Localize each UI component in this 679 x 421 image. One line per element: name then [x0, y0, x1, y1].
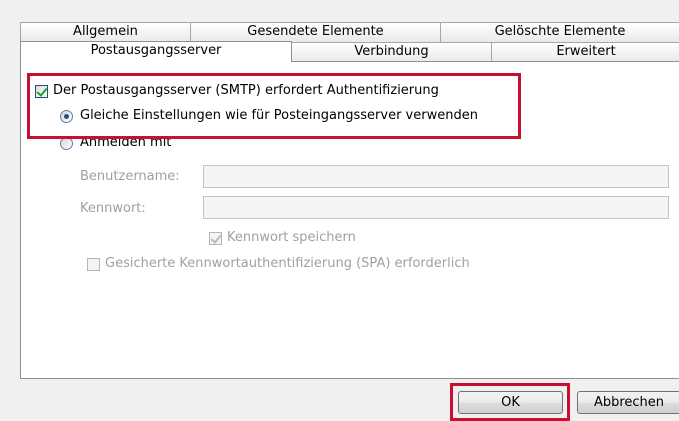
spa-label: Gesicherte Kennwortauthentifizierung (SP…	[105, 256, 470, 271]
tab-label: Allgemein	[73, 24, 138, 39]
tab-geloeschte-elemente[interactable]: Gelöschte Elemente	[440, 22, 679, 42]
tab-verbindung[interactable]: Verbindung	[291, 42, 492, 62]
smtp-auth-label: Der Postausgangsserver (SMTP) erfordert …	[53, 83, 439, 98]
spa-checkbox[interactable]	[87, 258, 100, 271]
ok-button[interactable]: OK	[458, 391, 563, 414]
username-field[interactable]	[203, 165, 669, 188]
save-password-label: Kennwort speichern	[227, 230, 356, 245]
password-field[interactable]	[203, 196, 669, 219]
tab-label: Gelöschte Elemente	[494, 24, 626, 39]
cancel-button[interactable]: Abbrechen	[577, 391, 679, 414]
tab-allgemein[interactable]: Allgemein	[20, 22, 191, 42]
same-settings-label: Gleiche Einstellungen wie für Posteingan…	[80, 108, 478, 123]
tab-label: Verbindung	[354, 44, 429, 59]
save-password-checkbox[interactable]	[209, 232, 222, 245]
tab-erweitert[interactable]: Erweitert	[491, 42, 679, 62]
same-settings-radio[interactable]	[60, 110, 73, 123]
tab-label: Postausgangsserver	[90, 43, 222, 58]
tab-gesendete-elemente[interactable]: Gesendete Elemente	[190, 22, 441, 42]
tab-postausgangsserver[interactable]: Postausgangsserver	[20, 41, 292, 62]
tab-label: Gesendete Elemente	[247, 24, 384, 39]
tab-label: Erweitert	[556, 44, 616, 59]
password-label: Kennwort:	[80, 201, 146, 216]
username-label: Benutzername:	[80, 169, 180, 184]
smtp-auth-checkbox[interactable]	[35, 85, 48, 98]
